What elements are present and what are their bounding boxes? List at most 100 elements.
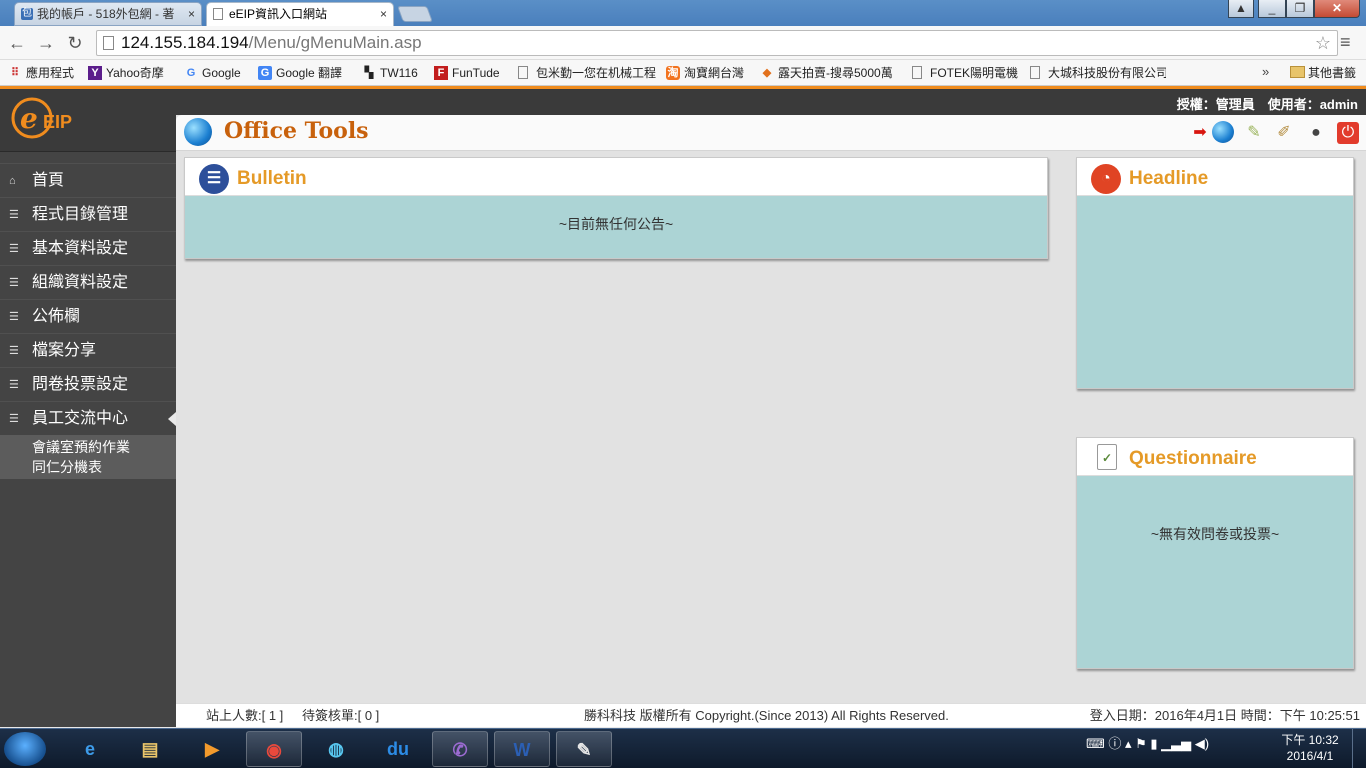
list-icon: ☰ [9, 413, 19, 425]
windows-taskbar: e ▤ ▶ ◉ ◍ du ✆ W ✎ ⌨ ⓘ ▴ ⚑ ▮ ▁▃▅ ◀) 下午 1… [0, 728, 1366, 768]
chrome-icon[interactable]: ◉ [246, 731, 302, 767]
bookmark-label: FunTude [452, 66, 500, 80]
baidu-icon[interactable]: du [370, 731, 426, 767]
checklist-icon: ✓ [1097, 444, 1117, 470]
wifi-icon: ◔ [1091, 164, 1121, 194]
reload-icon[interactable]: ↻ [64, 32, 86, 54]
home-icon: ⌂ [9, 175, 16, 187]
globe-icon [184, 118, 212, 146]
bookmark-label: 其他書籤 [1308, 66, 1357, 80]
bookmark-apps[interactable]: ⠿ 應用程式 [8, 64, 74, 82]
page-title: Office Tools [224, 118, 369, 144]
page-icon [518, 66, 528, 79]
chrome-menu-icon[interactable]: ≡ [1340, 32, 1351, 53]
maximize-button[interactable]: ❐ [1286, 0, 1314, 18]
back-icon[interactable]: ← [6, 32, 28, 54]
ruten-icon: ◆ [762, 67, 772, 79]
page-icon [912, 66, 922, 79]
taobao-icon: 淘 [666, 66, 680, 80]
globe-tool-icon[interactable] [1212, 121, 1234, 143]
list-icon: ☰ [9, 379, 19, 391]
copyright: 勝科科技 版權所有 Copyright.(Since 2013) All Rig… [584, 708, 949, 723]
list-icon: ☰ [9, 311, 19, 323]
sidebar-item-label: 員工交流中心 [32, 410, 129, 427]
bookmark-taobao[interactable]: 淘淘寶網台灣 [666, 64, 744, 82]
bookmarks-overflow-button[interactable]: » [1262, 64, 1269, 79]
bookmark-google-translate[interactable]: G Google 翻譯 [258, 64, 342, 82]
apps-grid-icon: ⠿ [10, 67, 20, 79]
bookmark-label: FOTEK陽明電機 [930, 66, 1019, 80]
forward-icon[interactable]: → [35, 32, 57, 54]
tab-title: 我的帳戶 - 518外包網 - 著 [37, 7, 175, 21]
google-translate-icon: G [258, 66, 272, 80]
power-icon[interactable]: ⏻ [1337, 122, 1359, 144]
sidebar-item-employee-center[interactable]: ☰ 員工交流中心 [0, 401, 176, 435]
pencil-note-icon[interactable]: ✎ [1243, 122, 1265, 144]
site-favicon: 包 [21, 8, 33, 20]
tab-my-account[interactable]: 包 我的帳戶 - 518外包網 - 著 × [14, 2, 202, 26]
show-desktop-button[interactable] [1352, 729, 1366, 768]
headline-header: ◔ Headline [1077, 158, 1353, 196]
app-header [0, 89, 1366, 115]
login-time: 登入日期：2016年4月1日 時間：下午 10:25:51 [1089, 708, 1360, 723]
sidebar-item-bulletin-board[interactable]: ☰ 公佈欄 [0, 299, 176, 333]
browser-tab-strip: 包 我的帳戶 - 518外包網 - 著 × eEIP資訊入口網站 × ▲ _ ❐… [0, 0, 1366, 27]
sidebar-item-organization[interactable]: ☰ 組織資料設定 [0, 265, 176, 299]
new-tab-button[interactable] [397, 6, 433, 22]
sidebar-item-basic-data[interactable]: ☰ 基本資料設定 [0, 231, 176, 265]
url-host: 124.155.184.194 [121, 33, 249, 52]
funtude-icon: F [434, 66, 448, 80]
explorer-icon[interactable]: ▤ [122, 731, 178, 767]
minimize-button[interactable]: _ [1258, 0, 1286, 18]
bookmark-label: Google [202, 66, 241, 80]
bookmark-label: 淘寶網台灣 [684, 66, 745, 80]
sidebar-item-label: 首頁 [32, 172, 65, 189]
bulletin-header: ☰ Bulletin [185, 158, 1047, 196]
eeip-logo[interactable]: e EIP [10, 92, 82, 144]
word-icon[interactable]: W [494, 731, 550, 767]
webcam-icon[interactable]: ● [1305, 122, 1327, 144]
bookmark-star-icon[interactable]: ☆ [1315, 31, 1331, 55]
sidebar-item-program-directory[interactable]: ☰ 程式目錄管理 [0, 197, 176, 231]
bookmark-tw116[interactable]: ▚ TW116 [362, 64, 418, 82]
sidebar-item-survey[interactable]: ☰ 問卷投票設定 [0, 367, 176, 401]
window-close-button[interactable]: ✕ [1314, 0, 1360, 18]
clock[interactable]: 下午 10:32 2016/4/1 [1274, 732, 1346, 764]
bulletin-empty-message: ~目前無任何公告~ [558, 216, 674, 232]
submenu-extension-list[interactable]: 同仁分機表 [32, 457, 176, 477]
internet-explorer-icon[interactable]: e [62, 731, 118, 767]
bookmark-yahoo[interactable]: Y Yahoo奇摩 [88, 64, 164, 82]
globe-app-icon[interactable]: ◍ [308, 731, 364, 767]
bookmark-dacheng[interactable]: 大城科技股份有限公司 [1030, 64, 1166, 82]
bookmark-fotek[interactable]: FOTEK陽明電機 [912, 64, 1018, 82]
sidebar-item-home[interactable]: ⌂ 首頁 [0, 163, 176, 197]
tab-eeip[interactable]: eEIP資訊入口網站 × [206, 2, 394, 27]
sidebar-item-label: 問卷投票設定 [32, 376, 129, 393]
app-footer: 站上人數:[ 1 ] 待簽核單:[ 0 ] 勝科科技 版權所有 Copyrigh… [176, 703, 1366, 727]
sidebar-item-file-share[interactable]: ☰ 檔案分享 [0, 333, 176, 367]
pending-approvals[interactable]: 待簽核單:[ 0 ] [302, 704, 379, 728]
address-bar[interactable]: 124.155.184.194/Menu/gMenuMain.asp ☆ [96, 30, 1338, 56]
other-bookmarks-folder[interactable]: 其他書籤 [1290, 64, 1356, 82]
bookmark-google[interactable]: G Google [184, 64, 241, 82]
submenu-meeting-room[interactable]: 會議室預約作業 [32, 437, 176, 457]
list-icon: ☰ [9, 345, 19, 357]
brush-icon[interactable]: ✐ [1273, 122, 1295, 144]
tab-title: eEIP資訊入口網站 [229, 7, 328, 21]
paint-icon[interactable]: ✎ [556, 731, 612, 767]
page-icon [1030, 66, 1040, 79]
system-tray[interactable]: ⌨ ⓘ ▴ ⚑ ▮ ▁▃▅ ◀) [1086, 733, 1209, 752]
clock-time: 下午 10:32 [1281, 733, 1339, 747]
bookmark-label: 應用程式 [26, 66, 75, 80]
viber-icon[interactable]: ✆ [432, 731, 488, 767]
bookmark-funtude[interactable]: F FunTude [434, 64, 500, 82]
close-tab-icon[interactable]: × [380, 3, 387, 25]
close-tab-icon[interactable]: × [188, 3, 195, 25]
media-player-icon[interactable]: ▶ [184, 731, 240, 767]
page-icon [103, 36, 114, 50]
bookmark-ruten[interactable]: ◆ 露天拍賣-搜尋5000萬 [760, 64, 898, 82]
user-profile-button[interactable]: ▲ [1228, 0, 1254, 18]
headline-title: Headline [1129, 168, 1209, 189]
bookmark-baomiqin[interactable]: 包米勤一您在机械工程 [518, 64, 658, 82]
start-button[interactable] [4, 732, 46, 766]
